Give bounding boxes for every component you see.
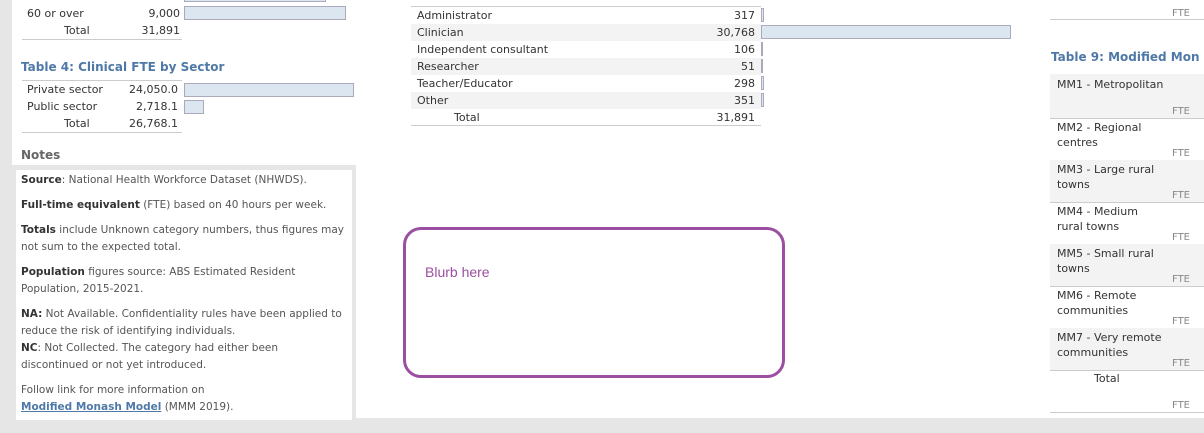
age-total-value: 31,891 <box>141 24 181 37</box>
roles-row-bar <box>761 76 764 90</box>
table9-row-label: MM3 - Large rural towns <box>1057 163 1155 191</box>
table9-row-fte: FTE <box>1172 316 1191 327</box>
age-bar-top-partial <box>184 0 326 2</box>
roles-row-bar <box>761 93 764 107</box>
table9-row-fte: FTE <box>1172 190 1191 201</box>
table9-row-label: MM2 - Regional centres <box>1057 121 1142 149</box>
table4-total-value: 26,768.1 <box>129 117 178 130</box>
roles-row-label: Other <box>417 94 449 107</box>
age-total-line <box>22 39 182 40</box>
table4-total-label: Total <box>64 117 90 130</box>
note-na: NA: Not Available. Confidentiality rules… <box>21 308 342 337</box>
table4-row-value: 24,050.0 <box>129 83 178 96</box>
table9-row-label: MM5 - Small rural towns <box>1057 247 1154 275</box>
roles-total-value: 31,891 <box>716 111 756 124</box>
roles-total-line <box>411 125 761 126</box>
table9-row-label: MM4 - Medium rural towns <box>1057 205 1138 233</box>
note-fte: Full-time equivalent (FTE) based on 40 h… <box>21 199 327 211</box>
table4-row-label: Private sector <box>27 83 103 96</box>
roles-row-value: 351 <box>734 94 755 107</box>
table9-row-fte: FTE <box>1172 106 1191 117</box>
roles-row-value: 30,768 <box>716 26 756 39</box>
table9-total-line <box>1050 412 1204 413</box>
note-population: Population figures source: ABS Estimated… <box>21 266 296 295</box>
blurb-text: Blurb here <box>425 264 490 280</box>
table9-row-label: MM7 - Very remote communities <box>1057 331 1162 359</box>
roles-row-value: 317 <box>734 9 755 22</box>
table4-total-line <box>22 132 182 133</box>
note-source: Source: National Health Workforce Datase… <box>21 174 307 186</box>
table9-top-fte: FTE <box>1172 8 1191 19</box>
age-total-label: Total <box>64 24 90 37</box>
age-row-value: 9,000 <box>148 7 181 20</box>
table4-row-bar <box>184 83 354 97</box>
table9-row-fte: FTE <box>1172 148 1191 159</box>
table9-row-fte: FTE <box>1172 274 1191 285</box>
table4-row-bar <box>184 100 204 114</box>
note-totals: Totals include Unknown category numbers,… <box>21 224 345 253</box>
roles-row-label: Independent consultant <box>417 43 549 56</box>
roles-total-label: Total <box>454 111 480 124</box>
roles-row-bar <box>761 25 1011 39</box>
roles-row-label: Teacher/Educator <box>417 77 513 90</box>
blurb-box <box>403 227 785 378</box>
roles-top-line <box>411 6 761 7</box>
table4-row-label: Public sector <box>27 100 98 113</box>
table9-total-label: Total <box>1094 372 1120 385</box>
age-row-bar <box>184 6 346 20</box>
table9-top-line <box>1050 19 1204 20</box>
table9-row-label: MM1 - Metropolitan <box>1057 78 1164 91</box>
notes-title: Notes <box>21 148 61 162</box>
table4-row-value: 2,718.1 <box>136 100 178 113</box>
note-nc: NC: Not Collected. The category had eith… <box>21 342 279 371</box>
roles-row-bar <box>761 42 763 56</box>
roles-row-label: Administrator <box>417 9 492 22</box>
roles-row-value: 106 <box>734 43 755 56</box>
note-follow: Follow link for more information on Modi… <box>21 384 234 413</box>
age-row-label: 60 or over <box>27 7 84 20</box>
table9-row-label: MM6 - Remote communities <box>1057 289 1137 317</box>
table9-row-fte: FTE <box>1172 358 1191 369</box>
table4-title: Table 4: Clinical FTE by Sector <box>21 60 225 74</box>
roles-row-bar <box>761 59 763 73</box>
roles-row-value: 298 <box>734 77 755 90</box>
roles-row-bar <box>761 8 764 22</box>
table9-row-fte: FTE <box>1172 232 1191 243</box>
table9-total-fte: FTE <box>1172 400 1191 411</box>
roles-row-label: Clinician <box>417 26 464 39</box>
table4-top-line <box>22 80 182 81</box>
roles-row-label: Researcher <box>417 60 479 73</box>
roles-row-value: 51 <box>741 60 755 73</box>
mmm-link[interactable]: Modified Monash Model <box>21 401 161 413</box>
table9-title: Table 9: Modified Mon <box>1051 50 1200 64</box>
notes-content: Source: National Health Workforce Datase… <box>16 170 352 420</box>
